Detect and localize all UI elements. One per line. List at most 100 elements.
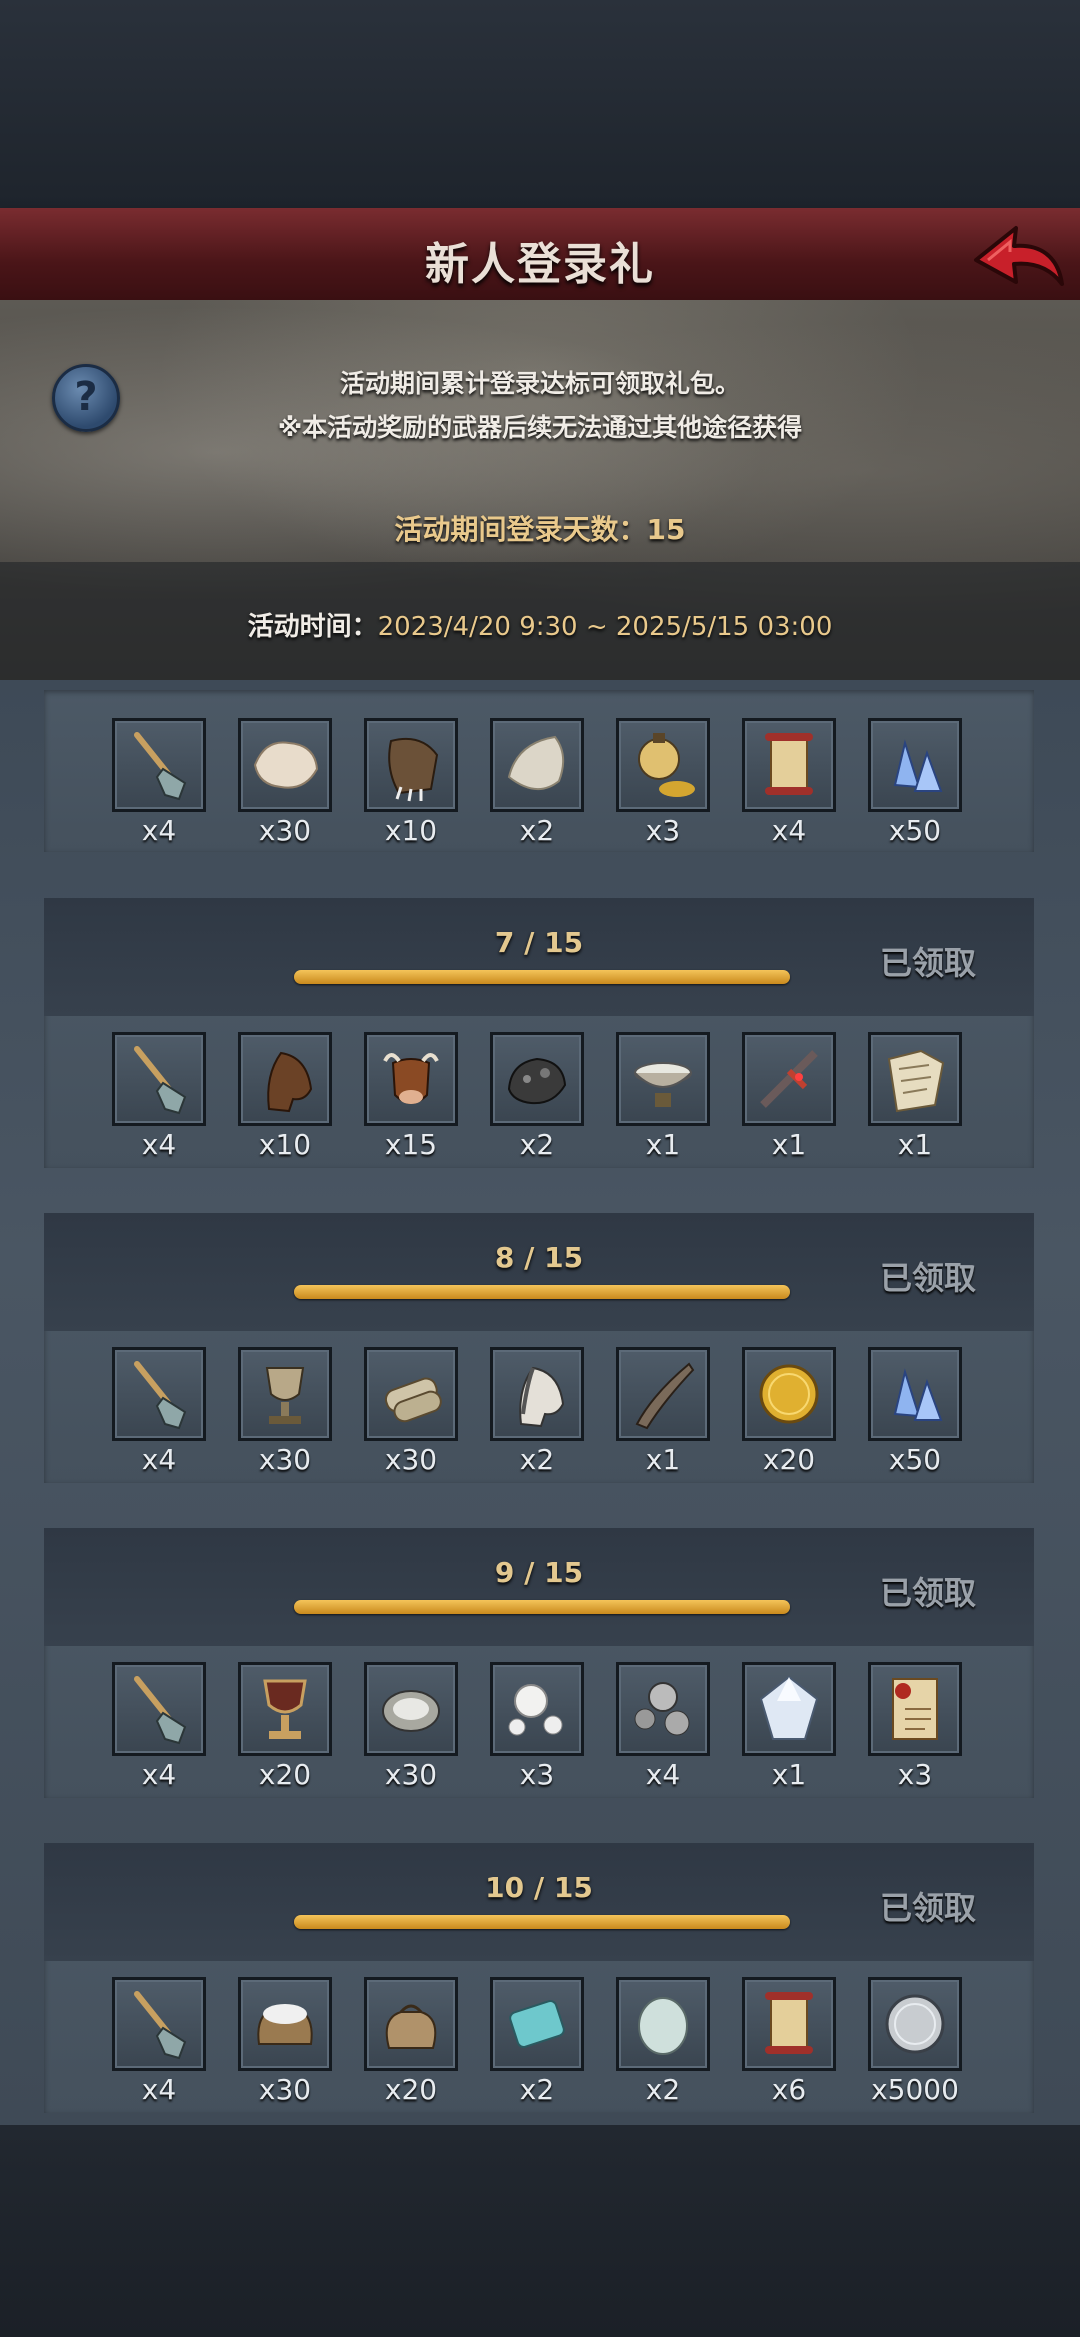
- item-slot: [364, 1347, 458, 1441]
- shovel-icon: [134, 1046, 187, 1115]
- item-quantity: x10: [384, 814, 438, 847]
- crystal-icon: [893, 739, 943, 792]
- reward-item[interactable]: x30: [364, 1347, 458, 1487]
- progress-bar: [294, 1600, 790, 1614]
- egg-stone-icon: [638, 1997, 688, 2055]
- reward-item[interactable]: x4: [112, 1032, 206, 1172]
- item-quantity: x4: [141, 814, 177, 847]
- reward-item[interactable]: x2: [490, 1347, 584, 1487]
- item-quantity: x20: [384, 2073, 438, 2106]
- horse-head-icon: [267, 1051, 313, 1113]
- goblet-icon: [265, 1367, 305, 1424]
- item-slot: [112, 1662, 206, 1756]
- reward-card-day-9: 9 / 15 已领取 x4 x20 x30 x3 x4 x1 x3: [44, 1528, 1034, 1798]
- item-slot: [742, 1662, 836, 1756]
- item-slot: [112, 718, 206, 812]
- item-quantity: x4: [141, 2073, 177, 2106]
- item-slot: [616, 1347, 710, 1441]
- claimed-status: 已领取: [879, 1889, 976, 1927]
- item-slot: [238, 1977, 332, 2071]
- item-row: x4 x30 x20 x2 x2 x6 x5000: [112, 1977, 1012, 2117]
- event-notice: ※本活动奖励的武器后续无法通过其他途径获得: [277, 413, 803, 442]
- item-quantity: x1: [897, 1128, 933, 1161]
- reward-item[interactable]: x3: [490, 1662, 584, 1802]
- reward-item[interactable]: x4: [742, 718, 836, 858]
- claimed-status: 已领取: [879, 1574, 976, 1612]
- reward-item[interactable]: x4: [616, 1662, 710, 1802]
- item-quantity: x6: [771, 2073, 807, 2106]
- reward-item[interactable]: x2: [616, 1977, 710, 2117]
- reward-item[interactable]: x30: [364, 1662, 458, 1802]
- reward-item[interactable]: x1: [868, 1032, 962, 1172]
- item-slot: [238, 1347, 332, 1441]
- reward-item[interactable]: x4: [112, 1662, 206, 1802]
- item-quantity: x3: [645, 814, 681, 847]
- wine-goblet-icon: [263, 1679, 307, 1739]
- item-slot: [742, 718, 836, 812]
- reward-item[interactable]: x2: [490, 718, 584, 858]
- reward-item[interactable]: x20: [364, 1977, 458, 2117]
- item-slot: [238, 1032, 332, 1126]
- item-quantity: x50: [888, 1443, 942, 1476]
- shovel-icon: [134, 1991, 187, 2060]
- reward-item[interactable]: x2: [490, 1977, 584, 2117]
- item-slot: [868, 1347, 962, 1441]
- item-slot: [616, 1977, 710, 2071]
- item-slot: [364, 1032, 458, 1126]
- event-description: 活动期间累计登录达标可领取礼包。: [339, 369, 740, 398]
- white-horse-head-icon: [519, 1366, 565, 1428]
- item-quantity: x2: [519, 814, 555, 847]
- reward-item[interactable]: x10: [238, 1032, 332, 1172]
- item-quantity: x2: [519, 2073, 555, 2106]
- reward-item[interactable]: x1: [616, 1347, 710, 1487]
- reward-item[interactable]: x6: [742, 1977, 836, 2117]
- reward-item[interactable]: x50: [868, 1347, 962, 1487]
- teal-cloth-icon: [509, 2000, 565, 2048]
- event-time-value: 2023/4/20 9:30 ~ 2025/5/15 03:00: [377, 612, 833, 642]
- reward-item[interactable]: x4: [112, 718, 206, 858]
- reward-item[interactable]: x30: [238, 1347, 332, 1487]
- reward-item[interactable]: x50: [868, 718, 962, 858]
- item-quantity: x4: [141, 1758, 177, 1791]
- item-quantity: x4: [141, 1443, 177, 1476]
- shovel-icon: [134, 1676, 187, 1745]
- reward-item[interactable]: x4: [112, 1977, 206, 2117]
- item-slot: [490, 1032, 584, 1126]
- item-quantity: x4: [771, 814, 807, 847]
- reward-item[interactable]: x1: [742, 1662, 836, 1802]
- shovel-icon: [134, 732, 187, 801]
- back-button[interactable]: [970, 218, 1066, 298]
- reward-item[interactable]: x3: [868, 1662, 962, 1802]
- login-days: 活动期间登录天数：15: [394, 513, 686, 546]
- item-slot: [364, 1977, 458, 2071]
- reward-item[interactable]: x30: [238, 1977, 332, 2117]
- salt-sack-icon: [257, 2004, 313, 2045]
- reward-item[interactable]: x2: [490, 1032, 584, 1172]
- gold-coin-icon: [759, 1364, 819, 1424]
- item-quantity: x5000: [871, 2073, 959, 2106]
- item-quantity: x1: [645, 1443, 681, 1476]
- sack-icon: [385, 2004, 437, 2049]
- item-slot: [490, 1347, 584, 1441]
- reward-item[interactable]: x5000: [868, 1977, 962, 2117]
- reward-item[interactable]: x30: [238, 718, 332, 858]
- reward-item[interactable]: x3: [616, 718, 710, 858]
- reward-item[interactable]: x1: [616, 1032, 710, 1172]
- item-quantity: x30: [258, 1443, 312, 1476]
- scroll-icon: [765, 733, 813, 795]
- item-slot: [238, 1662, 332, 1756]
- item-quantity: x20: [258, 1758, 312, 1791]
- reward-item[interactable]: x20: [238, 1662, 332, 1802]
- item-row: x4 x10 x15 x2 x1 x1 x1: [112, 1032, 1012, 1172]
- reward-item[interactable]: x1: [742, 1032, 836, 1172]
- reward-item[interactable]: x15: [364, 1032, 458, 1172]
- reward-item[interactable]: x20: [742, 1347, 836, 1487]
- reward-item[interactable]: x10: [364, 718, 458, 858]
- cow-head-icon: [383, 1053, 439, 1104]
- item-slot: [742, 1347, 836, 1441]
- reward-item[interactable]: x4: [112, 1347, 206, 1487]
- item-quantity: x3: [519, 1758, 555, 1791]
- claimed-status: 已领取: [879, 1259, 976, 1297]
- item-slot: [112, 1977, 206, 2071]
- item-quantity: x20: [762, 1443, 816, 1476]
